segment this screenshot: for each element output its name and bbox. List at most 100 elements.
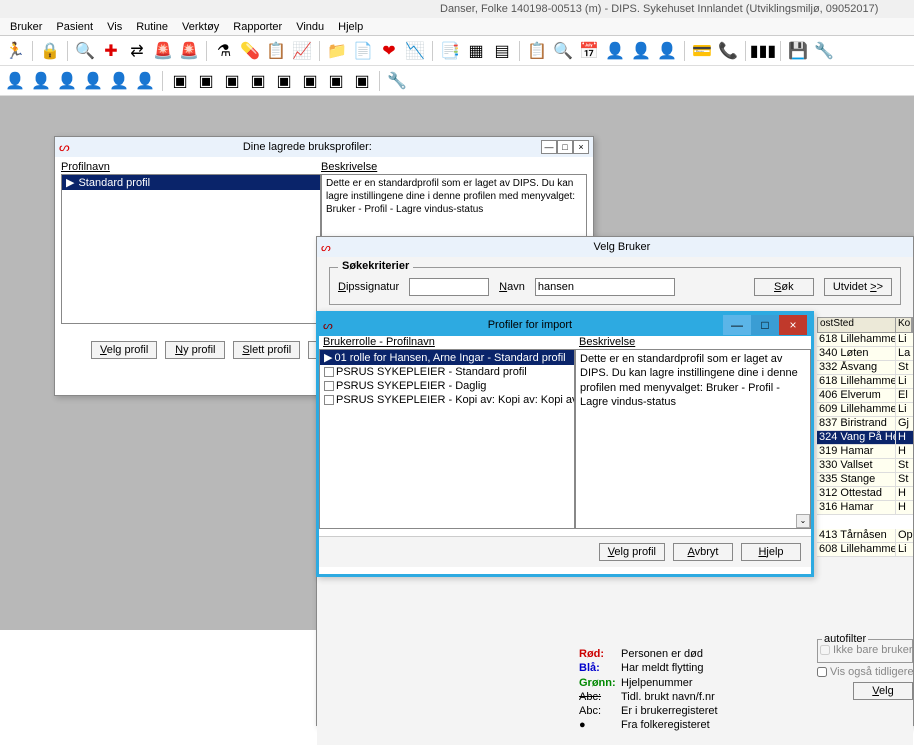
import-item[interactable]: PSRUS SYKEPLEIER - Kopi av: Kopi av: Kop…: [320, 393, 574, 407]
minimize-button[interactable]: —: [541, 140, 557, 154]
menu-vis[interactable]: Vis: [101, 19, 128, 35]
table-row[interactable]: 608 LillehammerLi: [817, 543, 913, 557]
table-row[interactable]: 316 HamarH: [817, 501, 913, 515]
table-row[interactable]: 618 LillehammerLi: [817, 375, 913, 389]
grid-icon[interactable]: ▤: [491, 40, 513, 62]
xray4-icon[interactable]: ▣: [247, 70, 269, 92]
ny-profil-button[interactable]: Ny profil: [165, 341, 225, 359]
maximize-button[interactable]: □: [557, 140, 573, 154]
user2-icon[interactable]: 👤: [630, 40, 652, 62]
xray6-icon[interactable]: ▣: [299, 70, 321, 92]
import-listbox[interactable]: ▶01 rolle for Hansen, Arne Ingar - Stand…: [319, 349, 575, 529]
patient5-icon[interactable]: 👤: [108, 70, 130, 92]
card-icon[interactable]: 💳: [691, 40, 713, 62]
pills-icon[interactable]: 💊: [239, 40, 261, 62]
calendar-icon[interactable]: 📅: [578, 40, 600, 62]
flask-icon[interactable]: ⚗: [213, 40, 235, 62]
sok-button[interactable]: Søk: [754, 278, 814, 296]
user3-icon[interactable]: 👤: [656, 40, 678, 62]
menu-pasient[interactable]: Pasient: [50, 19, 99, 35]
velg-button[interactable]: Velg: [853, 682, 913, 700]
menu-hjelp[interactable]: Hjelp: [332, 19, 369, 35]
menu-rutine[interactable]: Rutine: [130, 19, 174, 35]
xray5-icon[interactable]: ▣: [273, 70, 295, 92]
arrows-icon[interactable]: ⇄: [126, 40, 148, 62]
patient2-icon[interactable]: 👤: [30, 70, 52, 92]
search2-icon[interactable]: 🔍: [552, 40, 574, 62]
phone-icon[interactable]: 📞: [717, 40, 739, 62]
table-row[interactable]: 324 Vang På HedmarkH: [817, 431, 913, 445]
window-titlebar[interactable]: ᔕ Profiler for import — □ ×: [319, 314, 811, 336]
hjelp-button[interactable]: Hjelp: [741, 543, 801, 561]
table-row[interactable]: 340 LøtenLa: [817, 347, 913, 361]
dipssignatur-input[interactable]: [409, 278, 489, 296]
close-button[interactable]: ×: [779, 315, 807, 335]
table-row[interactable]: 332 ÅsvangSt: [817, 361, 913, 375]
utvidet-button[interactable]: Utvidet >>: [824, 278, 892, 296]
slett-profil-button[interactable]: Slett profil: [233, 341, 300, 359]
navn-input[interactable]: [535, 278, 675, 296]
checkbox-icon[interactable]: [324, 381, 334, 391]
columns-icon[interactable]: ▦: [465, 40, 487, 62]
chk-vis-tidligere[interactable]: Vis også tidligere brukt na: [817, 666, 913, 678]
patient3-icon[interactable]: 👤: [56, 70, 78, 92]
minimize-button[interactable]: —: [723, 315, 751, 335]
table-row[interactable]: 413 TårnåsenOp: [817, 529, 913, 543]
save-icon[interactable]: 💾: [787, 40, 809, 62]
lock-icon[interactable]: 🔒: [39, 40, 61, 62]
menu-verktoy[interactable]: Verktøy: [176, 19, 225, 35]
patient6-icon[interactable]: 👤: [134, 70, 156, 92]
table-row[interactable]: 837 BiristrandGj: [817, 417, 913, 431]
green-light-icon[interactable]: 🚨: [178, 40, 200, 62]
table-row[interactable]: 312 OttestadH: [817, 487, 913, 501]
table-row[interactable]: 319 HamarH: [817, 445, 913, 459]
close-button[interactable]: ×: [573, 140, 589, 154]
xray7-icon[interactable]: ▣: [325, 70, 347, 92]
table-row[interactable]: 406 ElverumEl: [817, 389, 913, 403]
maximize-button[interactable]: □: [751, 315, 779, 335]
profile-listbox[interactable]: ▶ Standard profil: [61, 174, 321, 324]
avbryt-button[interactable]: Avbryt: [673, 543, 733, 561]
profile-item-selected[interactable]: ▶ Standard profil: [62, 175, 320, 190]
xray8-icon[interactable]: ▣: [351, 70, 373, 92]
patient1-icon[interactable]: 👤: [4, 70, 26, 92]
blue-light-icon[interactable]: 🚨: [152, 40, 174, 62]
checkbox-icon[interactable]: [324, 367, 334, 377]
search-icon[interactable]: 🔍: [74, 40, 96, 62]
import-item[interactable]: ▶01 rolle for Hansen, Arne Ingar - Stand…: [320, 350, 574, 365]
xray1-icon[interactable]: ▣: [169, 70, 191, 92]
document-icon[interactable]: 📄: [352, 40, 374, 62]
scroll-down-icon[interactable]: ⌄: [796, 514, 810, 528]
user1-icon[interactable]: 👤: [604, 40, 626, 62]
window-titlebar[interactable]: ᔕ Dine lagrede bruksprofiler: — □ ×: [55, 137, 593, 157]
graph-icon[interactable]: 📉: [404, 40, 426, 62]
person-icon[interactable]: 🏃: [4, 40, 26, 62]
velg-profil-button[interactable]: Velg profil: [91, 341, 157, 359]
menu-vindu[interactable]: Vindu: [290, 19, 330, 35]
chart-icon[interactable]: 📈: [291, 40, 313, 62]
list-icon[interactable]: 📑: [439, 40, 461, 62]
result-table[interactable]: ostSted Ko 618 LillehammerLi340 LøtenLa3…: [817, 317, 913, 557]
table-row[interactable]: 609 LillehammerLi: [817, 403, 913, 417]
table-row[interactable]: 330 VallsetSt: [817, 459, 913, 473]
clipboard-icon[interactable]: 📋: [265, 40, 287, 62]
tool-icon[interactable]: 🔧: [813, 40, 835, 62]
menu-bruker[interactable]: Bruker: [4, 19, 48, 35]
window-titlebar[interactable]: ᔕ Velg Bruker: [317, 237, 913, 257]
xray2-icon[interactable]: ▣: [195, 70, 217, 92]
import-item[interactable]: PSRUS SYKEPLEIER - Daglig: [320, 379, 574, 393]
patient4-icon[interactable]: 👤: [82, 70, 104, 92]
heart-icon[interactable]: ❤: [378, 40, 400, 62]
folder-icon[interactable]: 📁: [326, 40, 348, 62]
checkbox-icon[interactable]: [324, 395, 334, 405]
clipboard2-icon[interactable]: 📋: [526, 40, 548, 62]
plus-red-icon[interactable]: ✚: [100, 40, 122, 62]
tool2-icon[interactable]: 🔧: [386, 70, 408, 92]
velg-profil-button[interactable]: Velg profil: [599, 543, 665, 561]
table-row[interactable]: 618 LillehammerLi: [817, 333, 913, 347]
import-item[interactable]: PSRUS SYKEPLEIER - Standard profil: [320, 365, 574, 379]
xray3-icon[interactable]: ▣: [221, 70, 243, 92]
barcode-icon[interactable]: ▮▮▮: [752, 40, 774, 62]
chk-ikke-bare-brukere[interactable]: Ikke bare brukere: [820, 644, 910, 656]
menu-rapporter[interactable]: Rapporter: [227, 19, 288, 35]
